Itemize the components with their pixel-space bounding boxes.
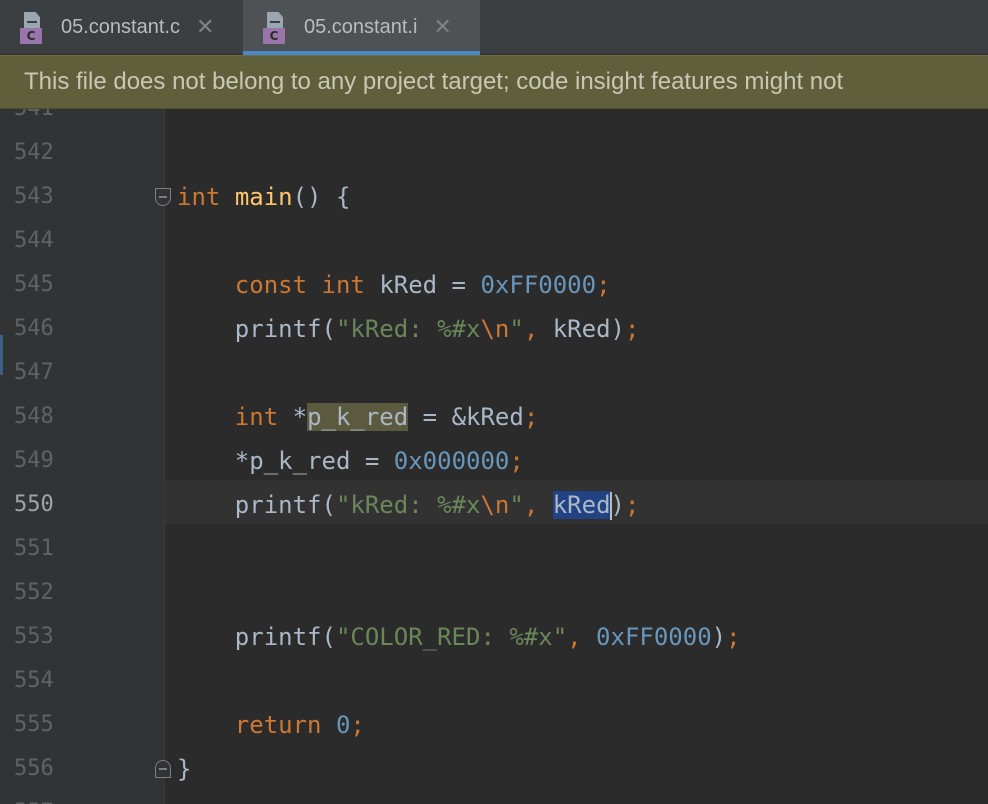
code-line: 542 <box>0 131 988 175</box>
line-number: 544 <box>14 228 54 253</box>
notification-banner: This file does not belong to any project… <box>0 55 988 109</box>
line-number: 541 <box>14 109 54 131</box>
fold-icon[interactable] <box>155 760 171 778</box>
c-file-icon: C <box>20 11 50 44</box>
code-line: 541 <box>0 109 988 131</box>
editor-tab-bar: C 05.constant.c ✕ C 05.constant.i ✕ <box>0 0 988 55</box>
line-number: 557 <box>14 791 54 804</box>
code-text[interactable]: printf("COLOR_RED: %#x", 0xFF0000); <box>177 615 741 659</box>
code-text[interactable]: printf("kRed: %#x\n", kRed); <box>177 483 639 527</box>
line-number: 551 <box>14 536 54 561</box>
tab-05-constant-i[interactable]: C 05.constant.i ✕ <box>243 0 480 55</box>
fold-icon[interactable] <box>155 188 171 206</box>
tab-label: 05.constant.c <box>61 16 180 38</box>
line-number: 549 <box>14 448 54 473</box>
line-number: 554 <box>14 668 54 693</box>
code-line: 551 <box>0 527 988 571</box>
line-number: 555 <box>14 712 54 737</box>
code-line: 545 const int kRed = 0xFF0000; <box>0 263 988 307</box>
write-access-highlight: p_k_red <box>307 403 409 431</box>
code-line: 556 } <box>0 747 988 791</box>
line-number: 556 <box>14 756 54 781</box>
line-number: 545 <box>14 272 54 297</box>
tab-05-constant-c[interactable]: C 05.constant.c ✕ <box>0 0 243 55</box>
code-line: 557 <box>0 791 988 804</box>
line-number: 547 <box>14 360 54 385</box>
c-file-icon: C <box>263 11 293 44</box>
code-line: 555 return 0; <box>0 703 988 747</box>
code-text[interactable]: return 0; <box>177 703 365 747</box>
code-line: 554 <box>0 659 988 703</box>
code-line: 553 printf("COLOR_RED: %#x", 0xFF0000); <box>0 615 988 659</box>
code-text[interactable]: printf("kRed: %#x\n", kRed); <box>177 307 640 351</box>
line-number: 552 <box>14 580 54 605</box>
line-number: 546 <box>14 316 54 341</box>
code-line: 544 <box>0 219 988 263</box>
code-editor[interactable]: 541 542 543 int main() { 544 545 const i… <box>0 109 988 804</box>
code-lines: 541 542 543 int main() { 544 545 const i… <box>0 109 988 804</box>
close-icon[interactable]: ✕ <box>433 16 451 39</box>
selected-text: kRed <box>552 491 611 519</box>
banner-text: This file does not belong to any project… <box>24 68 844 95</box>
code-text[interactable]: *p_k_red = 0x000000; <box>177 439 524 483</box>
code-line: 548 int *p_k_red = &kRed; <box>0 395 988 439</box>
code-line-current: 550 printf("kRed: %#x\n", kRed); <box>0 483 988 527</box>
line-number: 553 <box>14 624 54 649</box>
code-line: 546 printf("kRed: %#x\n", kRed); <box>0 307 988 351</box>
line-number: 542 <box>14 140 54 165</box>
code-text[interactable]: } <box>177 747 191 791</box>
code-line: 549 *p_k_red = 0x000000; <box>0 439 988 483</box>
line-number: 543 <box>14 184 54 209</box>
line-number: 548 <box>14 404 54 429</box>
code-text[interactable]: int main() { <box>177 175 350 219</box>
code-line: 543 int main() { <box>0 175 988 219</box>
tab-label: 05.constant.i <box>304 16 418 38</box>
line-number: 550 <box>14 492 54 517</box>
code-text[interactable]: const int kRed = 0xFF0000; <box>177 263 611 307</box>
code-line: 552 <box>0 571 988 615</box>
close-icon[interactable]: ✕ <box>196 16 214 39</box>
code-text[interactable]: int *p_k_red = &kRed; <box>177 395 538 439</box>
code-line: 547 <box>0 351 988 395</box>
